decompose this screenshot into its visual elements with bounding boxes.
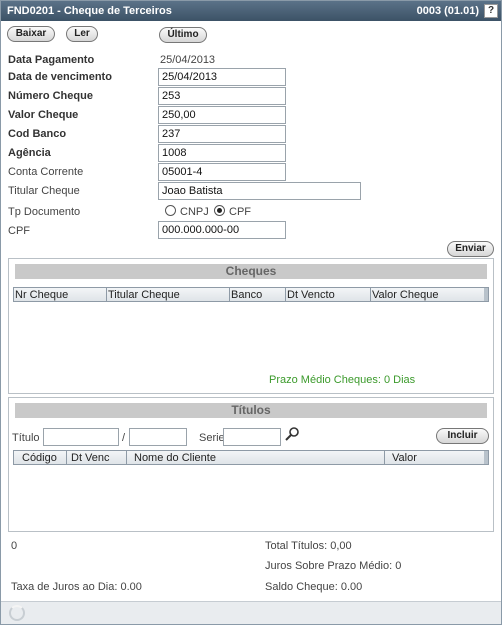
baixar-button[interactable]: Baixar — [7, 26, 55, 42]
numero-cheque-field[interactable]: 253 — [158, 87, 286, 105]
serie-label: Serie — [199, 432, 225, 444]
titulo-parcela-input[interactable] — [129, 428, 187, 446]
cheques-grid-header: Nr Cheque Titular Cheque Banco Dt Vencto… — [13, 287, 489, 302]
cod-banco-field[interactable]: 237 — [158, 125, 286, 143]
status-bar — [1, 601, 501, 624]
search-icon[interactable] — [284, 426, 300, 442]
titulos-panel: Títulos Título / Serie Incluir Código Dt… — [8, 397, 494, 532]
data-pagamento-value: 25/04/2013 — [160, 54, 216, 66]
cheques-panel-title: Cheques — [15, 264, 487, 279]
valor-cheque-label: Valor Cheque — [8, 109, 79, 121]
agencia-field[interactable]: 1008 — [158, 144, 286, 162]
col-nr-cheque[interactable]: Nr Cheque — [15, 289, 68, 301]
titular-cheque-field[interactable]: Joao Batista — [158, 182, 361, 200]
juros-prazo-medio: Juros Sobre Prazo Médio: 0 — [265, 560, 402, 572]
valor-cheque-field[interactable]: 250,00 — [158, 106, 286, 124]
col-dt-venc[interactable]: Dt Venc — [71, 452, 110, 464]
loading-spinner-icon — [9, 605, 25, 621]
title-bar: FND0201 - Cheque de Terceiros 0003 (01.0… — [1, 1, 501, 21]
ultimo-button[interactable]: Último — [159, 27, 207, 43]
titular-cheque-label: Titular Cheque — [8, 185, 80, 197]
cheque-terceiros-window: FND0201 - Cheque de Terceiros 0003 (01.0… — [0, 0, 502, 625]
saldo-cheque: Saldo Cheque: 0.00 — [265, 581, 363, 593]
scrollbar-stub[interactable] — [484, 288, 488, 301]
help-icon[interactable]: ? — [484, 4, 498, 18]
cod-banco-label: Cod Banco — [8, 128, 67, 140]
col-banco[interactable]: Banco — [231, 289, 262, 301]
cheques-panel: Cheques Nr Cheque Titular Cheque Banco D… — [8, 258, 494, 394]
cpf-radio[interactable] — [214, 205, 225, 216]
ler-button[interactable]: Ler — [66, 26, 98, 42]
tp-documento-label: Tp Documento — [8, 206, 81, 218]
window-title: FND0201 - Cheque de Terceiros — [7, 5, 172, 17]
prazo-medio-cheques: Prazo Médio Cheques: 0 Dias — [269, 374, 416, 386]
cpf-label: CPF — [8, 225, 30, 237]
data-vencimento-label: Data de vencimento — [8, 71, 112, 83]
data-pagamento-label: Data Pagamento — [8, 54, 95, 66]
agencia-label: Agência — [8, 147, 51, 159]
col-nome-cliente[interactable]: Nome do Cliente — [134, 452, 216, 464]
col-codigo[interactable]: Código — [22, 452, 57, 464]
titulo-separator: / — [122, 432, 126, 444]
scrollbar-stub-titulos[interactable] — [484, 451, 488, 464]
titulo-input[interactable] — [43, 428, 119, 446]
col-valor[interactable]: Valor — [392, 452, 417, 464]
col-titular-cheque[interactable]: Titular Cheque — [108, 289, 180, 301]
incluir-button[interactable]: Incluir — [436, 428, 489, 444]
col-valor-cheque[interactable]: Valor Cheque — [372, 289, 438, 301]
enviar-button[interactable]: Enviar — [447, 241, 494, 257]
taxa-juros-dia: Taxa de Juros ao Dia: 0.00 — [11, 581, 142, 593]
total-titulos: Total Títulos: 0,00 — [265, 540, 352, 552]
serie-input[interactable] — [223, 428, 281, 446]
titulos-panel-title: Títulos — [15, 403, 487, 418]
conta-corrente-field[interactable]: 05001-4 — [158, 163, 286, 181]
cnpj-radio[interactable] — [165, 205, 176, 216]
cpf-field[interactable]: 000.000.000-00 — [158, 221, 286, 239]
titulo-label: Título — [12, 432, 40, 444]
col-dt-vencto[interactable]: Dt Vencto — [287, 289, 335, 301]
cnpj-radio-label: CNPJ — [180, 206, 209, 218]
numero-cheque-label: Número Cheque — [8, 90, 93, 102]
cpf-radio-label: CPF — [229, 206, 251, 218]
conta-corrente-label: Conta Corrente — [8, 166, 84, 178]
data-vencimento-field[interactable]: 25/04/2013 — [158, 68, 286, 86]
version-label: 0003 (01.01) — [416, 5, 479, 17]
record-count: 0 — [11, 540, 18, 552]
titulos-grid-header: Código Dt Venc Nome do Cliente Valor — [13, 450, 489, 465]
